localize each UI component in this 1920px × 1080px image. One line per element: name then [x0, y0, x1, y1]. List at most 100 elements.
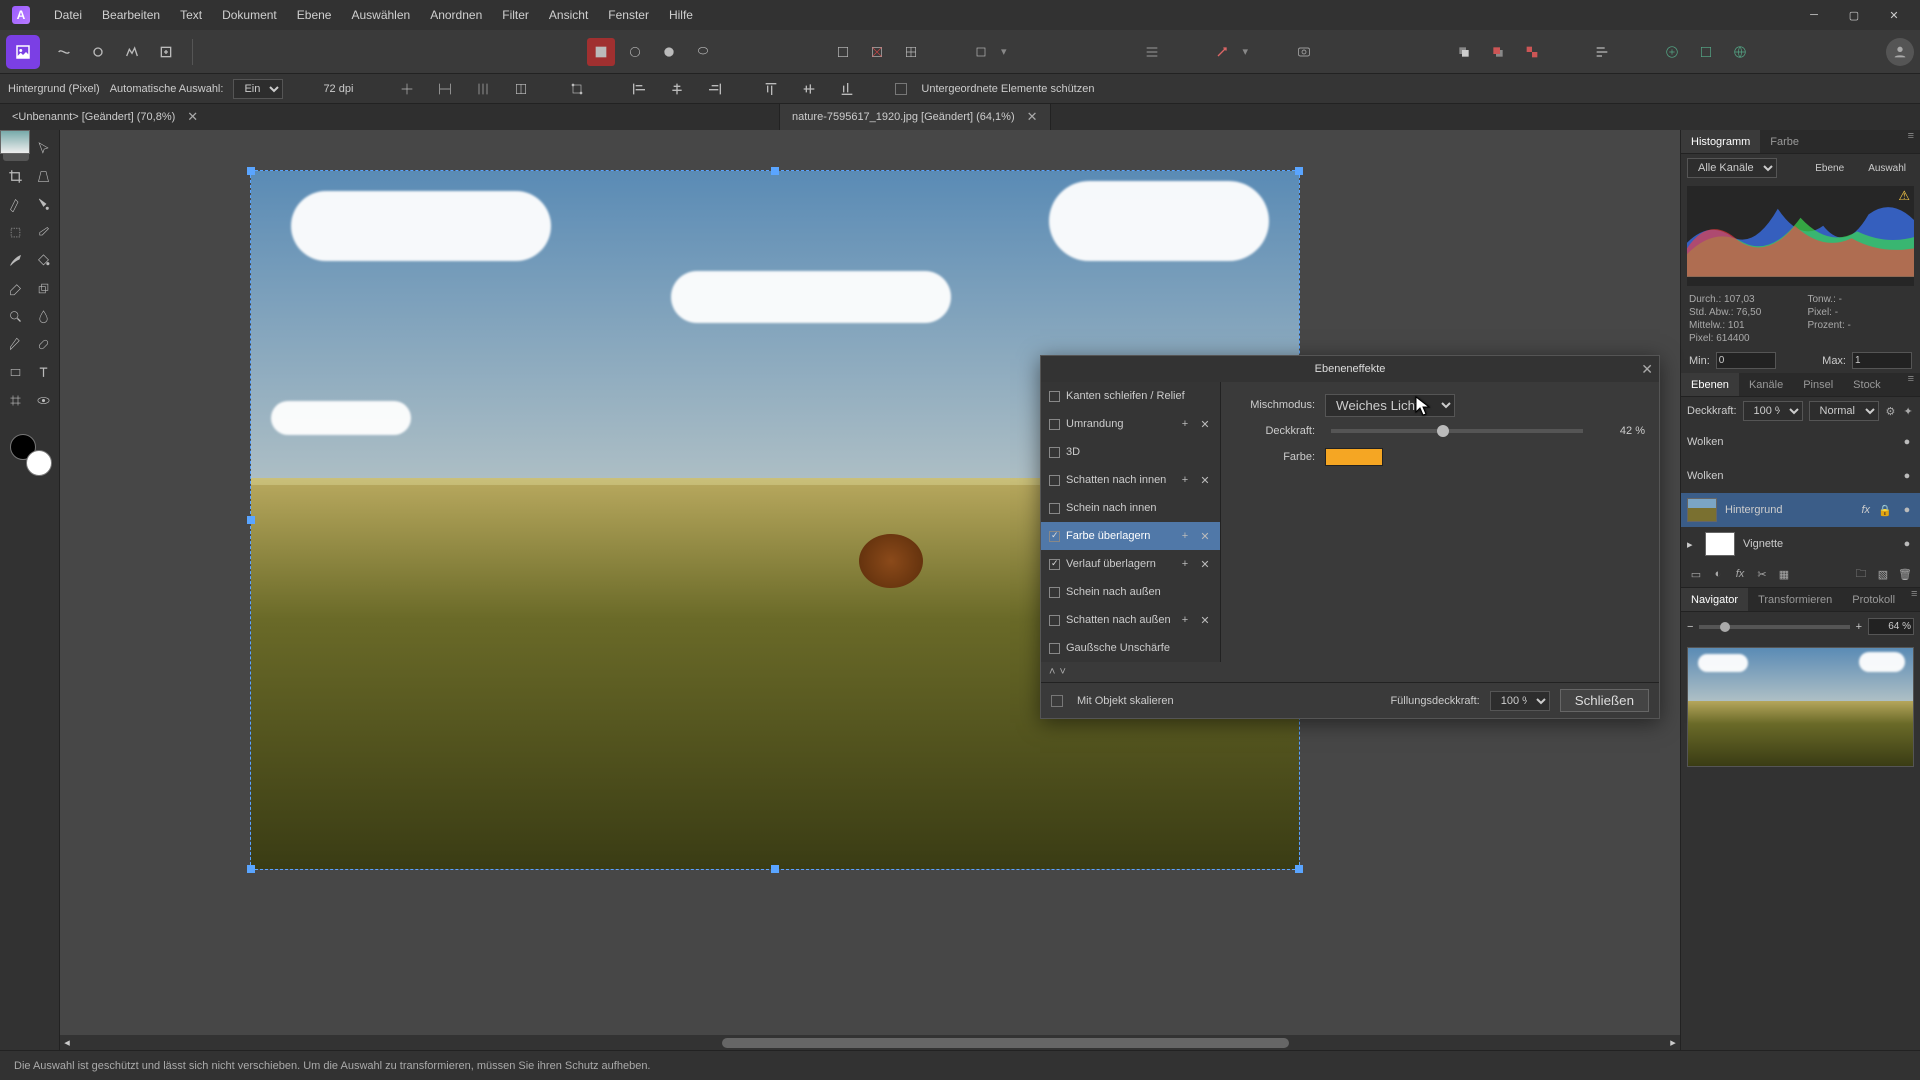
protect-children-checkbox[interactable] [895, 83, 907, 95]
channels-tab[interactable]: Kanäle [1739, 373, 1793, 396]
align-bottom-icon[interactable] [833, 75, 861, 103]
history-tab[interactable]: Protokoll [1842, 588, 1905, 611]
effect-umrandung[interactable]: Umrandung+✕ [1041, 410, 1220, 438]
mesh-tool-icon[interactable] [3, 387, 29, 413]
layer-opacity-dropdown[interactable]: 100 % [1743, 401, 1803, 421]
effect-schein-nach-au-en[interactable]: Schein nach außen [1041, 578, 1220, 606]
persona-tone-icon[interactable] [118, 38, 146, 66]
fill-opacity-dropdown[interactable]: 100 % [1490, 691, 1550, 711]
snap-spacing-icon[interactable] [469, 75, 497, 103]
clip-canvas-icon[interactable] [967, 38, 995, 66]
fill-tool-icon[interactable] [31, 247, 57, 273]
align-center-h-icon[interactable] [663, 75, 691, 103]
persona-develop-icon[interactable] [84, 38, 112, 66]
add-pixel-icon[interactable]: ▧ [1874, 565, 1892, 583]
document-tab[interactable]: <Unbenannt> [Geändert] (70,8%)✕ [0, 104, 780, 130]
selection-brush-icon[interactable] [3, 191, 29, 217]
effect-checkbox[interactable] [1049, 643, 1060, 654]
group-front-icon[interactable] [1450, 38, 1478, 66]
delete-layer-icon[interactable]: 🗑 [1896, 565, 1914, 583]
fx-badge[interactable]: fx [1861, 504, 1870, 516]
effect-checkbox[interactable] [1049, 419, 1060, 430]
effect-remove-icon[interactable]: ✕ [1198, 530, 1212, 543]
navigator-preview[interactable] [1687, 647, 1914, 767]
effect-checkbox[interactable] [1049, 615, 1060, 626]
navigator-tab[interactable]: Navigator [1681, 588, 1748, 611]
visibility-icon[interactable]: ● [1900, 504, 1914, 516]
node-tool-icon[interactable] [31, 135, 57, 161]
mask-layer-icon[interactable]: ▭ [1687, 565, 1705, 583]
effect-checkbox[interactable] [1049, 587, 1060, 598]
visibility-icon[interactable]: ● [1900, 538, 1914, 550]
effect-schein-nach-innen[interactable]: Schein nach innen [1041, 494, 1220, 522]
tab-close-icon[interactable]: ✕ [1027, 109, 1038, 125]
resource-manager-icon[interactable] [1290, 38, 1318, 66]
histo-layer-button[interactable]: Ebene [1807, 161, 1852, 176]
auto-select-dropdown[interactable]: Ein [233, 79, 283, 99]
dialog-titlebar[interactable]: Ebeneneffekte ✕ [1041, 356, 1659, 382]
color-format-icon[interactable] [587, 38, 615, 66]
layer-row[interactable]: Wolken● [1681, 459, 1920, 493]
dialog-close-icon[interactable]: ✕ [1641, 361, 1653, 378]
menu-filter[interactable]: Filter [492, 0, 539, 30]
channels-icon[interactable]: ▦ [1775, 565, 1793, 583]
zoom-slider[interactable] [1699, 625, 1849, 629]
marquee-tool-icon[interactable] [3, 219, 29, 245]
persona-photo-icon[interactable] [6, 35, 40, 69]
effect-remove-icon[interactable]: ✕ [1198, 558, 1212, 571]
smudge-tool-icon[interactable] [31, 303, 57, 329]
foreground-background-colors[interactable] [10, 434, 52, 476]
menu-fenster[interactable]: Fenster [598, 0, 659, 30]
opacity-slider[interactable] [1331, 429, 1583, 433]
menu-datei[interactable]: Datei [44, 0, 92, 30]
effect-add-icon[interactable]: + [1178, 474, 1192, 486]
zoom-out-icon[interactable]: − [1687, 621, 1693, 633]
ungroup-icon[interactable] [1518, 38, 1546, 66]
effect--d[interactable]: 3D [1041, 438, 1220, 466]
align-left-icon[interactable] [625, 75, 653, 103]
visibility-icon[interactable]: ● [1900, 470, 1914, 482]
effect-add-icon[interactable]: + [1178, 418, 1192, 430]
close-window-button[interactable]: ✕ [1874, 0, 1914, 30]
globe-icon[interactable] [1726, 38, 1754, 66]
align-distribute-icon[interactable] [1138, 38, 1166, 66]
panel-menu-icon[interactable]: ≡ [1905, 588, 1920, 611]
menu-hilfe[interactable]: Hilfe [659, 0, 703, 30]
pen-tool-icon[interactable] [3, 331, 29, 357]
histo-selection-button[interactable]: Auswahl [1860, 161, 1914, 176]
lock-icon[interactable]: 🔒 [1878, 504, 1892, 517]
autocorrect-icon[interactable] [1208, 38, 1236, 66]
chevron-right-icon[interactable]: ▸ [1687, 538, 1697, 551]
persona-liquify-icon[interactable] [50, 38, 78, 66]
foreground-color-swatch[interactable] [26, 450, 52, 476]
transform-mode-icon[interactable] [563, 75, 591, 103]
channel-dropdown[interactable]: Alle Kanäle [1687, 158, 1777, 178]
layer-blend-dropdown[interactable]: Normal [1809, 401, 1879, 421]
add-layer-icon[interactable] [1658, 38, 1686, 66]
effect-remove-icon[interactable]: ✕ [1198, 614, 1212, 627]
arrange-icon[interactable] [1588, 38, 1616, 66]
menu-text[interactable]: Text [170, 0, 212, 30]
scale-with-object-checkbox[interactable] [1051, 695, 1063, 707]
dodge-tool-icon[interactable] [3, 303, 29, 329]
transform-tab[interactable]: Transformieren [1748, 588, 1842, 611]
menu-ansicht[interactable]: Ansicht [539, 0, 598, 30]
align-center-v-icon[interactable] [795, 75, 823, 103]
effect-checkbox[interactable] [1049, 391, 1060, 402]
effect-checkbox[interactable] [1049, 503, 1060, 514]
adj-layer-icon[interactable]: ◐ [1709, 565, 1727, 583]
text-tool-icon[interactable] [31, 359, 57, 385]
color-tab[interactable]: Farbe [1760, 130, 1809, 153]
blend-lighten-icon[interactable] [621, 38, 649, 66]
pick-color-icon[interactable] [31, 219, 57, 245]
effect-checkbox[interactable] [1049, 475, 1060, 486]
close-button[interactable]: Schließen [1560, 689, 1649, 712]
stock-tab[interactable]: Stock [1843, 373, 1891, 396]
group-back-icon[interactable] [1484, 38, 1512, 66]
effect-farbe-berlagern[interactable]: Farbe überlagern+✕ [1041, 522, 1220, 550]
crop-layer-icon[interactable]: ✂ [1753, 565, 1771, 583]
crop-tool-icon[interactable] [3, 163, 29, 189]
layer-row[interactable]: Hintergrundfx🔒● [1681, 493, 1920, 527]
grid-none-icon[interactable] [829, 38, 857, 66]
flood-select-icon[interactable] [31, 191, 57, 217]
